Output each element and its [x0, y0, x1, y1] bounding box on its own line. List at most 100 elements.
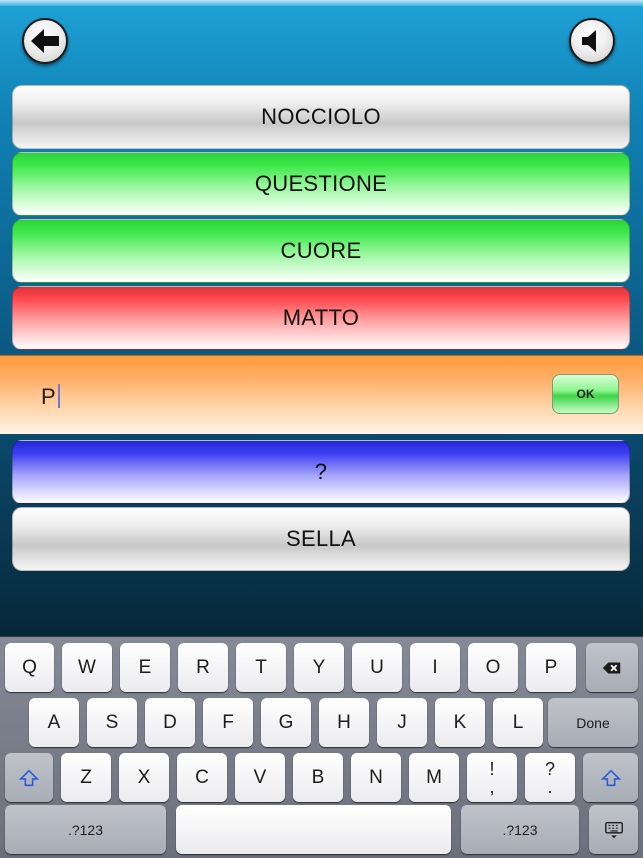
- key-label: Q: [22, 656, 37, 678]
- word-row-4: MATTO: [12, 286, 630, 350]
- numbers-key-right[interactable]: .?123: [461, 805, 579, 854]
- key-label: E: [138, 656, 152, 678]
- space-key[interactable]: [176, 805, 451, 854]
- top-strip: [0, 0, 643, 6]
- key-label: M: [426, 766, 442, 788]
- current-word-row: ?: [12, 440, 630, 504]
- key-a[interactable]: A: [29, 698, 79, 747]
- key-f[interactable]: F: [203, 698, 253, 747]
- word-label: ?: [314, 459, 328, 484]
- key-label: T: [255, 656, 267, 678]
- key-label: L: [512, 711, 524, 733]
- game-screen: NOCCIOLO QUESTIONE CUORE MATTO ? SELLA: [0, 0, 643, 636]
- word-input-field[interactable]: P: [41, 384, 60, 410]
- key-label: X: [137, 766, 151, 788]
- key-p[interactable]: P: [526, 643, 576, 692]
- key-label: W: [78, 656, 96, 678]
- key-x[interactable]: X: [119, 753, 169, 802]
- key-label: ! ,: [489, 760, 494, 796]
- shift-icon: [600, 768, 621, 786]
- key-question-period[interactable]: ? .: [525, 753, 575, 802]
- key-label: P: [544, 656, 558, 678]
- key-r[interactable]: R: [178, 643, 228, 692]
- key-z[interactable]: Z: [61, 753, 111, 802]
- key-q[interactable]: Q: [5, 643, 54, 692]
- word-label: NOCCIOLO: [261, 104, 381, 129]
- key-label: B: [311, 766, 325, 788]
- key-b[interactable]: B: [293, 753, 343, 802]
- key-label: ? .: [545, 760, 555, 796]
- key-label-top: ?: [544, 758, 555, 779]
- key-label-bottom: ,: [489, 776, 495, 797]
- back-button[interactable]: [22, 18, 68, 64]
- back-arrow-icon: [31, 29, 59, 53]
- key-h[interactable]: H: [319, 698, 369, 747]
- word-row-1: NOCCIOLO: [12, 85, 630, 149]
- key-u[interactable]: U: [352, 643, 402, 692]
- key-label: I: [432, 656, 438, 678]
- ok-button-label: OK: [576, 387, 595, 401]
- key-label: Z: [80, 766, 92, 788]
- key-i[interactable]: I: [410, 643, 460, 692]
- speaker-icon: [582, 30, 596, 52]
- key-y[interactable]: Y: [294, 643, 344, 692]
- key-label: A: [47, 711, 61, 733]
- word-label: SELLA: [286, 526, 356, 551]
- key-label: F: [222, 711, 234, 733]
- hide-keyboard-key[interactable]: [589, 805, 638, 854]
- ok-button[interactable]: OK: [552, 374, 619, 414]
- word-input-band[interactable]: P: [0, 355, 643, 434]
- key-t[interactable]: T: [236, 643, 286, 692]
- shift-key-right[interactable]: [583, 753, 638, 802]
- word-label: CUORE: [280, 238, 362, 263]
- word-row-3: CUORE: [12, 219, 630, 283]
- backspace-key[interactable]: [586, 643, 638, 692]
- key-label: H: [337, 711, 351, 733]
- keyboard-hide-icon: [604, 821, 623, 838]
- key-label: N: [369, 766, 383, 788]
- key-m[interactable]: M: [409, 753, 459, 802]
- key-label: J: [397, 711, 407, 733]
- word-input-value: P: [41, 384, 56, 409]
- key-label: D: [163, 711, 177, 733]
- sound-button[interactable]: [569, 18, 615, 64]
- numbers-key-left[interactable]: .?123: [5, 805, 166, 854]
- key-d[interactable]: D: [145, 698, 195, 747]
- key-label: G: [278, 711, 294, 733]
- key-s[interactable]: S: [87, 698, 137, 747]
- shift-icon: [18, 768, 40, 786]
- key-label: .?123: [502, 821, 538, 838]
- shift-key-left[interactable]: [5, 753, 53, 802]
- word-label: MATTO: [282, 305, 360, 330]
- key-label: S: [105, 711, 119, 733]
- key-label-top: !: [489, 758, 495, 779]
- key-o[interactable]: O: [468, 643, 518, 692]
- key-v[interactable]: V: [235, 753, 285, 802]
- key-c[interactable]: C: [177, 753, 227, 802]
- key-label: U: [370, 656, 384, 678]
- key-label-bottom: .: [547, 776, 553, 797]
- word-label: QUESTIONE: [254, 171, 388, 196]
- key-j[interactable]: J: [377, 698, 427, 747]
- key-g[interactable]: G: [261, 698, 311, 747]
- text-caret: [57, 384, 60, 409]
- key-label: R: [196, 656, 210, 678]
- target-word-row: SELLA: [12, 507, 630, 571]
- backspace-icon: [602, 662, 621, 673]
- key-label: Y: [312, 656, 326, 678]
- key-l[interactable]: L: [493, 698, 543, 747]
- key-k[interactable]: K: [435, 698, 485, 747]
- word-row-2: QUESTIONE: [12, 152, 630, 216]
- key-n[interactable]: N: [351, 753, 401, 802]
- onscreen-keyboard: Q W E R T Y U I O P A S D F G H J K L Do…: [0, 636, 643, 858]
- key-exclamation-comma[interactable]: ! ,: [467, 753, 517, 802]
- key-label: V: [253, 766, 267, 788]
- key-label: O: [485, 656, 501, 678]
- key-label: C: [195, 766, 209, 788]
- key-label: .?123: [67, 821, 104, 838]
- key-label: K: [453, 711, 467, 733]
- key-e[interactable]: E: [120, 643, 170, 692]
- key-label: Done: [576, 714, 610, 731]
- key-w[interactable]: W: [62, 643, 112, 692]
- done-key[interactable]: Done: [548, 698, 638, 747]
